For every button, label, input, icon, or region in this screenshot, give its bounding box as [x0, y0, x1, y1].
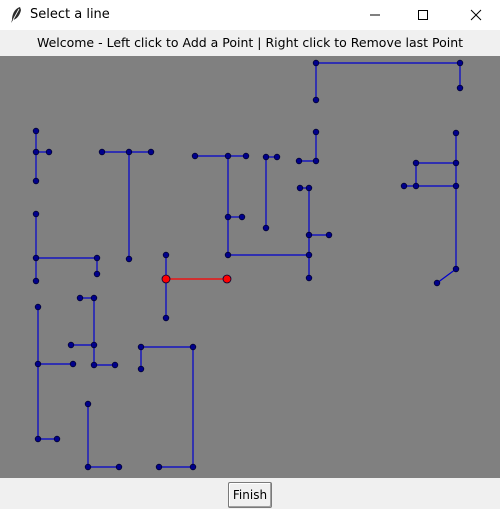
point[interactable]: [32, 277, 40, 285]
point[interactable]: [115, 463, 123, 471]
point[interactable]: [189, 343, 197, 351]
instruction-bar: Welcome - Left click to Add a Point | Ri…: [0, 30, 500, 56]
point[interactable]: [305, 231, 313, 239]
close-icon: [470, 9, 482, 21]
point[interactable]: [93, 254, 101, 262]
instruction-label: Welcome - Left click to Add a Point | Ri…: [36, 35, 464, 50]
point[interactable]: [242, 152, 250, 160]
point[interactable]: [45, 148, 53, 156]
point[interactable]: [412, 159, 420, 167]
point[interactable]: [191, 152, 199, 160]
point[interactable]: [296, 184, 304, 192]
point[interactable]: [312, 96, 320, 104]
point[interactable]: [67, 341, 75, 349]
feather-icon: [11, 7, 21, 23]
maximize-icon: [418, 10, 428, 20]
point[interactable]: [32, 177, 40, 185]
point[interactable]: [84, 400, 92, 408]
point[interactable]: [155, 463, 163, 471]
minimize-button[interactable]: [352, 0, 398, 30]
point[interactable]: [125, 148, 133, 156]
selected-point[interactable]: [222, 274, 232, 284]
point[interactable]: [32, 210, 40, 218]
point[interactable]: [305, 251, 313, 259]
window-title-bar[interactable]: Select a line: [0, 0, 500, 30]
drawing-canvas[interactable]: [0, 56, 500, 478]
point[interactable]: [456, 59, 464, 67]
bottom-bar: Finish: [0, 478, 500, 509]
point[interactable]: [400, 182, 408, 190]
point[interactable]: [162, 314, 170, 322]
point[interactable]: [111, 361, 119, 369]
point[interactable]: [312, 128, 320, 136]
finish-button[interactable]: Finish: [228, 482, 272, 508]
point[interactable]: [262, 224, 270, 232]
point[interactable]: [189, 463, 197, 471]
point[interactable]: [137, 365, 145, 373]
point[interactable]: [433, 279, 441, 287]
maximize-button[interactable]: [400, 0, 446, 30]
point[interactable]: [412, 182, 420, 190]
point[interactable]: [53, 435, 61, 443]
point[interactable]: [238, 213, 246, 221]
point[interactable]: [125, 255, 133, 263]
point[interactable]: [32, 127, 40, 135]
point[interactable]: [162, 251, 170, 259]
point[interactable]: [34, 360, 42, 368]
point[interactable]: [262, 153, 270, 161]
close-button[interactable]: [453, 0, 499, 30]
point[interactable]: [32, 254, 40, 262]
point[interactable]: [452, 159, 460, 167]
point[interactable]: [452, 182, 460, 190]
point[interactable]: [90, 294, 98, 302]
point[interactable]: [452, 129, 460, 137]
point[interactable]: [137, 343, 145, 351]
point[interactable]: [295, 157, 303, 165]
point[interactable]: [147, 148, 155, 156]
point[interactable]: [312, 157, 320, 165]
line-segment[interactable]: [436, 268, 457, 284]
point[interactable]: [273, 153, 281, 161]
point[interactable]: [84, 463, 92, 471]
point[interactable]: [224, 251, 232, 259]
point[interactable]: [32, 148, 40, 156]
window-title: Select a line: [30, 7, 110, 22]
point[interactable]: [90, 361, 98, 369]
selected-point[interactable]: [161, 274, 171, 284]
point[interactable]: [224, 213, 232, 221]
canvas-drawing[interactable]: [0, 56, 500, 478]
point[interactable]: [456, 84, 464, 92]
point[interactable]: [69, 360, 77, 368]
point[interactable]: [312, 59, 320, 67]
point[interactable]: [224, 152, 232, 160]
point[interactable]: [305, 274, 313, 282]
point[interactable]: [93, 270, 101, 278]
point[interactable]: [90, 341, 98, 349]
point[interactable]: [34, 435, 42, 443]
point[interactable]: [98, 148, 106, 156]
point[interactable]: [76, 294, 84, 302]
point[interactable]: [34, 303, 42, 311]
point[interactable]: [305, 184, 313, 192]
minimize-icon: [370, 14, 380, 16]
point[interactable]: [452, 265, 460, 273]
point[interactable]: [325, 231, 333, 239]
